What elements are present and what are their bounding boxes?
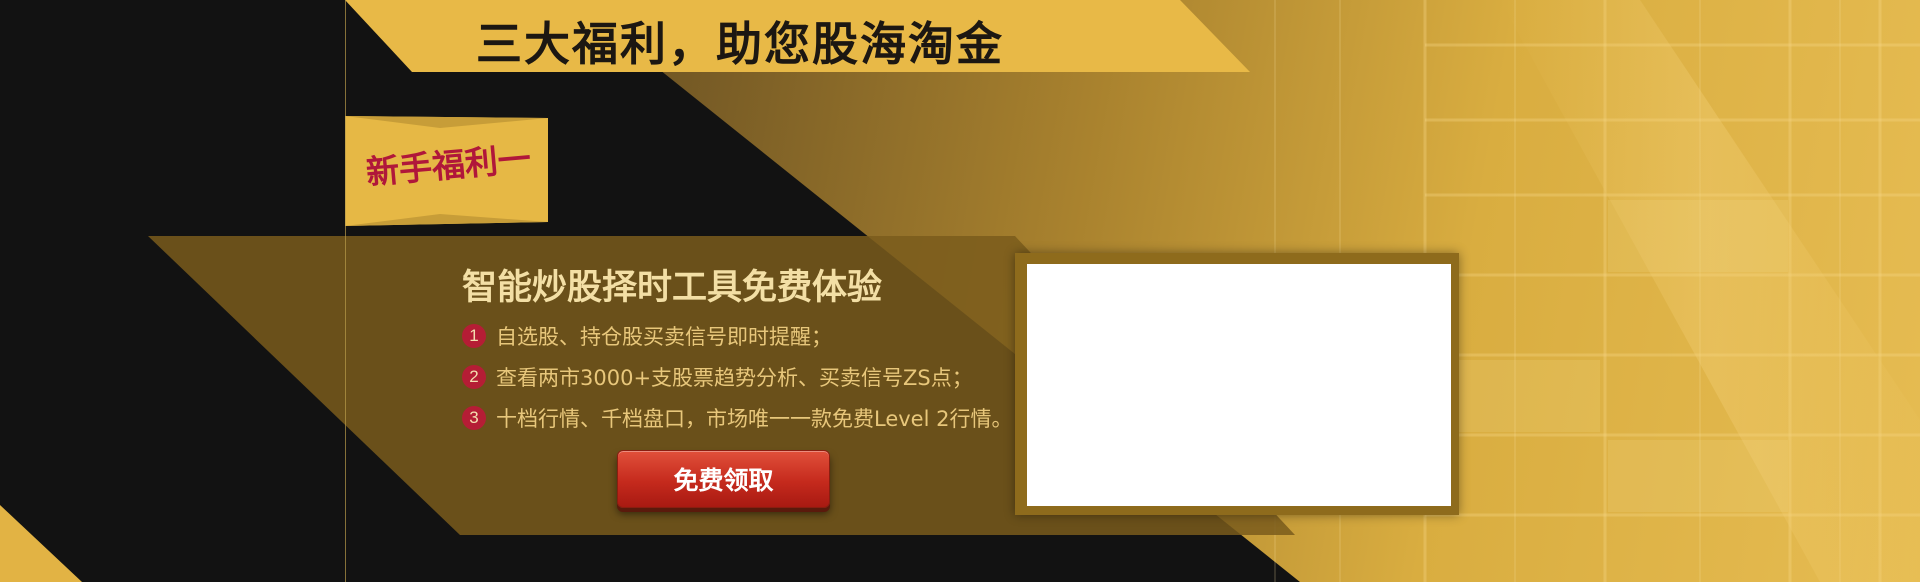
number-badge: 3 [462, 406, 486, 430]
number-badge: 2 [462, 365, 486, 389]
feature-item-3: 3 十档行情、千档盘口，市场唯一一款免费Level 2行情。 [462, 404, 1012, 432]
feature-item-2: 2 查看两市3000+支股票趋势分析、买卖信号ZS点； [462, 363, 973, 391]
feature-text: 十档行情、千档盘口，市场唯一一款免费Level 2行情。 [496, 407, 1013, 431]
preview-frame [1015, 253, 1459, 515]
preview-image-placeholder [1027, 264, 1451, 506]
page-title: 三大福利，助您股海淘金 [476, 17, 1004, 71]
banner-graphics [0, 0, 1920, 582]
claim-free-button[interactable]: 免费领取 [617, 450, 830, 508]
feature-text: 自选股、持仓股买卖信号即时提醒； [496, 325, 832, 349]
vertical-divider [345, 0, 346, 582]
feature-title: 智能炒股择时工具免费体验 [462, 268, 883, 308]
feature-text: 查看两市3000+支股票趋势分析、买卖信号ZS点； [496, 366, 973, 390]
number-badge: 1 [462, 324, 486, 348]
feature-item-1: 1 自选股、持仓股买卖信号即时提醒； [462, 322, 832, 350]
promo-banner: 三大福利，助您股海淘金 新手福利一 智能炒股择时工具免费体验 1 自选股、持仓股… [0, 0, 1920, 582]
